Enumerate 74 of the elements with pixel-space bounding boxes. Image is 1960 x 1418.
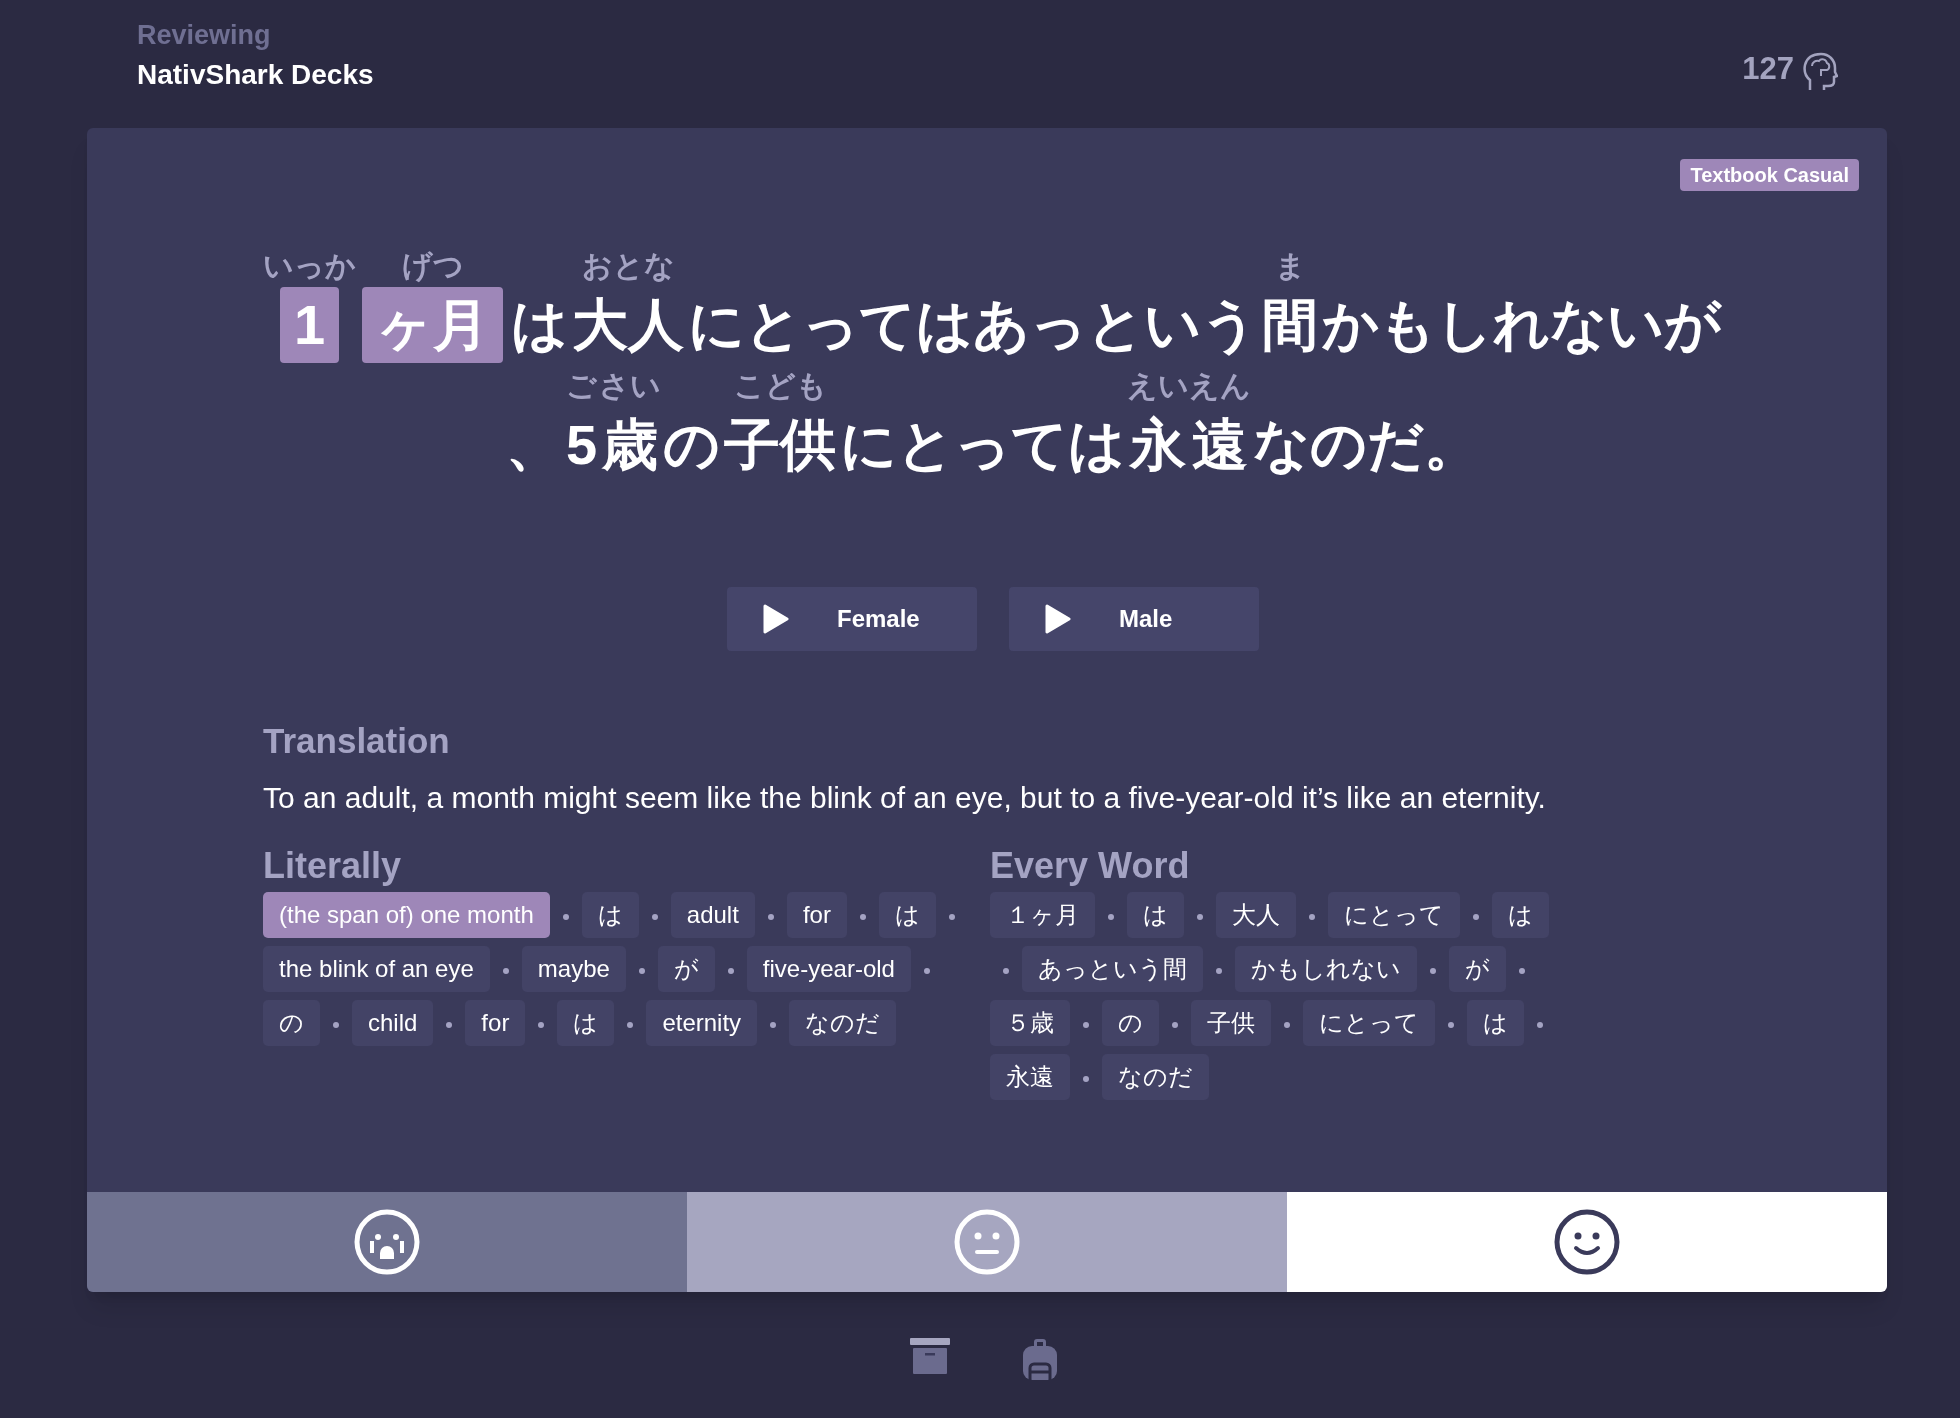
deck-title: NativShark Decks bbox=[137, 58, 374, 92]
furigana: おとな bbox=[581, 251, 675, 281]
word-chip[interactable]: あっという間 bbox=[1022, 945, 1203, 992]
word-chip[interactable]: 子供 bbox=[1191, 999, 1271, 1046]
word-chip[interactable]: eternity bbox=[646, 999, 758, 1046]
sentence-text: の bbox=[662, 412, 722, 478]
word-chip[interactable]: ５歳 bbox=[990, 999, 1070, 1046]
word-chip[interactable]: の bbox=[263, 999, 320, 1046]
word-chip[interactable]: for bbox=[786, 891, 847, 938]
furigana: いっか bbox=[263, 251, 356, 281]
every-word-heading: Every Word bbox=[990, 843, 1191, 888]
sentence-text: なのだ。 bbox=[1252, 412, 1482, 478]
archive-box-icon[interactable] bbox=[910, 1338, 950, 1374]
word-chip[interactable]: the blink of an eye bbox=[263, 945, 490, 992]
word-chip[interactable]: は bbox=[1127, 891, 1184, 938]
furigana: げつ bbox=[401, 251, 464, 281]
header-subtitle: Reviewing bbox=[137, 19, 272, 53]
happy-face-button[interactable] bbox=[1287, 1192, 1887, 1292]
sentence-text: かもしれないが bbox=[1321, 292, 1723, 358]
word-chip[interactable]: なのだ bbox=[789, 999, 897, 1046]
play-audio-button[interactable]: Female bbox=[727, 587, 977, 651]
sentence-text: 子供 bbox=[723, 412, 838, 478]
sad-face-button[interactable] bbox=[87, 1192, 687, 1292]
word-chip[interactable]: が bbox=[1449, 945, 1506, 992]
neutral-face-icon bbox=[954, 1209, 1020, 1275]
sentence-text: 間 bbox=[1261, 292, 1319, 358]
furigana: さい bbox=[599, 371, 662, 401]
literally-heading: Literally bbox=[263, 843, 403, 888]
sentence-text: 遠 bbox=[1191, 412, 1250, 478]
furigana: えい bbox=[1127, 371, 1190, 401]
word-chip[interactable]: は bbox=[1467, 999, 1524, 1046]
translation-heading: Translation bbox=[263, 720, 451, 762]
head-brain-icon bbox=[1802, 52, 1838, 92]
word-chip[interactable]: にとって bbox=[1328, 891, 1460, 938]
word-chip[interactable]: は bbox=[878, 891, 936, 938]
word-chip[interactable]: １ヶ月 bbox=[990, 891, 1095, 938]
word-chip[interactable]: の bbox=[1102, 999, 1159, 1046]
smiley-face-icon bbox=[1554, 1209, 1620, 1275]
sentence-text: 永 bbox=[1128, 412, 1188, 478]
sentence-text: は bbox=[510, 292, 569, 358]
sentence-text: にとってはあっという bbox=[687, 292, 1259, 358]
backpack-icon[interactable] bbox=[1022, 1338, 1058, 1380]
crying-face-icon bbox=[354, 1209, 420, 1275]
furigana: ご bbox=[566, 371, 597, 401]
sentence-text: 5 bbox=[564, 412, 599, 478]
level-tag: Textbook Casual bbox=[1680, 159, 1859, 191]
furigana: ま bbox=[1274, 251, 1306, 281]
sentence-text: 大人 bbox=[571, 292, 685, 358]
word-chip[interactable]: child bbox=[352, 999, 434, 1046]
highlighted-word: 1 bbox=[279, 287, 340, 363]
word-chip[interactable]: にとって bbox=[1303, 999, 1435, 1046]
review-count: 127 bbox=[1742, 49, 1794, 88]
word-chip[interactable]: かもしれない bbox=[1235, 945, 1417, 992]
word-chip[interactable]: 大人 bbox=[1216, 891, 1296, 938]
word-chip[interactable]: 永遠 bbox=[990, 1053, 1070, 1100]
word-chip[interactable]: maybe bbox=[521, 945, 626, 992]
word-chip[interactable]: は bbox=[581, 891, 639, 938]
word-chip[interactable]: adult bbox=[670, 891, 755, 938]
sentence-text: 、 bbox=[504, 412, 563, 478]
highlighted-word: ヶ月 bbox=[362, 287, 503, 363]
sentence-text: にとっては bbox=[839, 412, 1127, 478]
word-chip[interactable]: five-year-old bbox=[746, 945, 911, 992]
play-icon bbox=[1045, 604, 1071, 634]
play-icon bbox=[763, 604, 789, 634]
sentence-text: 歳 bbox=[600, 412, 660, 478]
translation-text: To an adult, a month might seem like the blink of an eye, but to a five-year-old it’s like an eternity. bbox=[263, 779, 1547, 816]
furigana: えん bbox=[1189, 371, 1252, 401]
word-chip[interactable]: が bbox=[657, 945, 715, 992]
word-chip[interactable]: は bbox=[557, 999, 615, 1046]
word-chip[interactable]: なのだ bbox=[1102, 1053, 1209, 1100]
play-audio-button[interactable]: Male bbox=[1009, 587, 1259, 651]
word-chip[interactable]: for bbox=[465, 999, 526, 1046]
word-chip[interactable]: は bbox=[1492, 891, 1549, 938]
furigana: こども bbox=[733, 371, 827, 401]
